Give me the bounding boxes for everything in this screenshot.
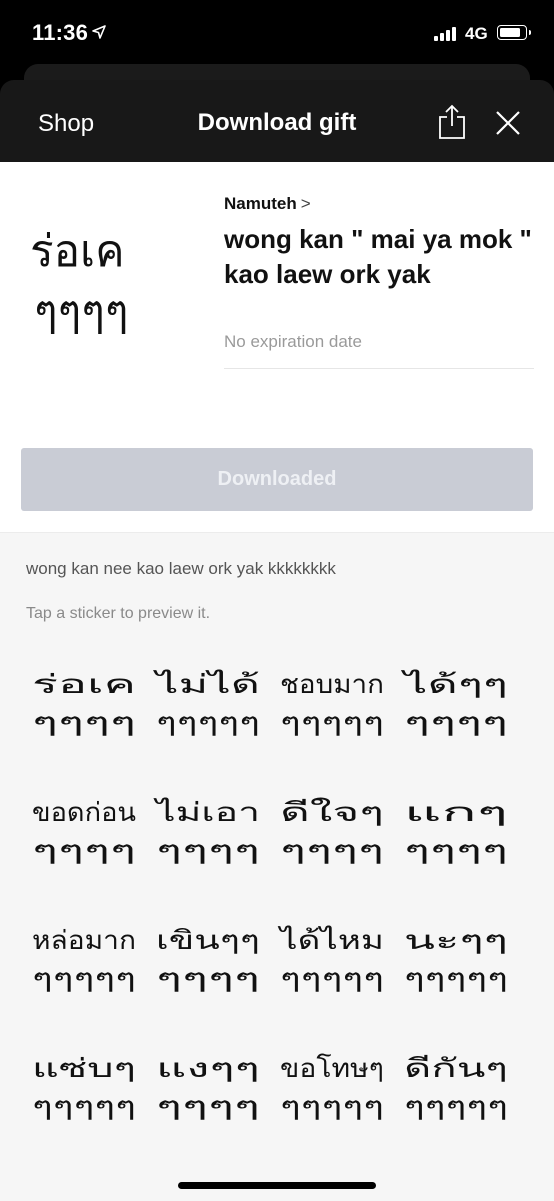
main-content: ร่อเค ๆๆๆๆ Namuteh > wong kan " mai ya mo… <box>0 162 554 1201</box>
sticker-item[interactable]: แงๆๆๆๆๆๆ <box>152 1045 270 1137</box>
main-sticker-line1: ร่อเค <box>30 226 125 277</box>
sticker-line1: ชอบมาก <box>280 670 384 700</box>
sticker-line2: ๆๆๆๆๆ <box>32 964 136 994</box>
sticker-line1: หล่อมาก <box>32 926 136 956</box>
status-time: 11:36 <box>32 20 106 46</box>
downloaded-button[interactable]: Downloaded <box>21 448 533 511</box>
sticker-line2: ๆๆๆๆ <box>156 1092 260 1122</box>
main-sticker-image[interactable]: ร่อเค ๆๆๆๆ <box>24 208 194 348</box>
sticker-line2: ๆๆๆๆ <box>404 708 508 738</box>
close-icon[interactable] <box>495 110 521 136</box>
sticker-item[interactable]: ชอบมากๆๆๆๆๆ <box>276 661 394 753</box>
sticker-line1: แกๆ <box>404 798 508 828</box>
sticker-line2: ๆๆๆๆๆ <box>280 708 384 738</box>
location-arrow-icon <box>92 25 106 39</box>
sticker-item[interactable]: ไม่เอาๆๆๆๆ <box>152 789 270 881</box>
chevron-right-icon: > <box>300 194 311 213</box>
status-bar: 11:36 4G <box>0 0 554 66</box>
sticker-line2: ๆๆๆๆๆ <box>156 708 260 738</box>
sticker-item[interactable]: ไม่ได้ๆๆๆๆๆ <box>152 661 270 753</box>
sticker-item[interactable]: ร่อเคๆๆๆๆ <box>28 661 146 753</box>
sticker-line1: ดีใจๆ <box>280 798 384 828</box>
author-link[interactable]: Namuteh > <box>224 194 311 214</box>
expiration-text: No expiration date <box>224 332 362 351</box>
sticker-line2: ๆๆๆๆ <box>280 836 384 866</box>
sticker-item[interactable]: เขินๆๆๆๆๆๆ <box>152 917 270 1009</box>
sticker-item[interactable]: ดีกันๆๆๆๆๆๆ <box>400 1045 518 1137</box>
header: Shop Download gift <box>0 80 554 162</box>
sticker-line2: ๆๆๆๆๆ <box>404 1092 508 1122</box>
sticker-item[interactable]: แซ่บๆๆๆๆๆๆ <box>28 1045 146 1137</box>
battery-icon <box>497 25 531 40</box>
share-icon[interactable] <box>438 104 466 140</box>
sticker-line1: ได้ๆๆ <box>400 669 508 700</box>
sticker-item[interactable]: ได้ไหมๆๆๆๆๆ <box>276 917 394 1009</box>
sticker-line2: ๆๆๆๆๆ <box>32 1092 136 1122</box>
sticker-item[interactable]: ขอดก่อนๆๆๆๆ <box>28 789 146 881</box>
sticker-item[interactable]: ได้ๆๆๆๆๆๆ <box>400 661 518 753</box>
sticker-line2: ๆๆๆๆ <box>156 836 260 866</box>
sticker-line1: ขอดก่อน <box>32 798 136 828</box>
sticker-line2: ๆๆๆๆๆ <box>280 964 384 994</box>
sticker-line1: ร่อเค <box>32 670 136 700</box>
sticker-line1: แงๆๆ <box>156 1054 260 1084</box>
sticker-line1: ดีกันๆ <box>404 1054 508 1084</box>
sticker-item[interactable]: หล่อมากๆๆๆๆๆ <box>28 917 146 1009</box>
sticker-line2: ๆๆๆๆๆ <box>280 1092 384 1122</box>
sticker-line1: นะๆๆ <box>404 926 508 956</box>
network-type: 4G <box>465 24 488 43</box>
sticker-line2: ๆๆๆๆ <box>32 708 136 738</box>
sticker-item[interactable]: แกๆๆๆๆๆ <box>400 789 518 881</box>
sticker-line2: ๆๆๆๆ <box>32 836 136 866</box>
sticker-line1: เขินๆๆ <box>156 926 260 956</box>
sticker-line1: ขอโทษๆ <box>280 1053 384 1084</box>
sticker-item[interactable]: นะๆๆๆๆๆๆๆ <box>400 917 518 1009</box>
pack-description: wong kan nee kao laew ork yak kkkkkkkk <box>26 559 336 578</box>
signal-icon <box>434 27 458 41</box>
home-indicator <box>178 1182 376 1189</box>
sticker-section: wong kan nee kao laew ork yak kkkkkkkk T… <box>0 532 554 1201</box>
page-title: Download gift <box>197 109 357 136</box>
sticker-pack-title: wong kan " mai ya mok " kao laew ork yak <box>224 224 532 289</box>
sticker-item[interactable]: ดีใจๆๆๆๆๆ <box>276 789 394 881</box>
divider <box>224 368 534 369</box>
sticker-line2: ๆๆๆๆ <box>156 964 260 994</box>
sticker-item[interactable]: ขอโทษๆๆๆๆๆๆ <box>276 1045 394 1137</box>
sticker-line1: แซ่บๆ <box>32 1054 136 1084</box>
sticker-line1: ไม่ได้ <box>153 669 260 700</box>
sticker-line2: ๆๆๆๆ <box>404 836 508 866</box>
main-sticker-line2: ๆๆๆๆ <box>34 286 129 337</box>
sticker-line1: ได้ไหม <box>277 925 384 956</box>
sticker-line1: ไม่เอา <box>153 797 260 828</box>
preview-hint: Tap a sticker to preview it. <box>26 605 211 622</box>
sticker-line2: ๆๆๆๆๆ <box>404 964 508 994</box>
